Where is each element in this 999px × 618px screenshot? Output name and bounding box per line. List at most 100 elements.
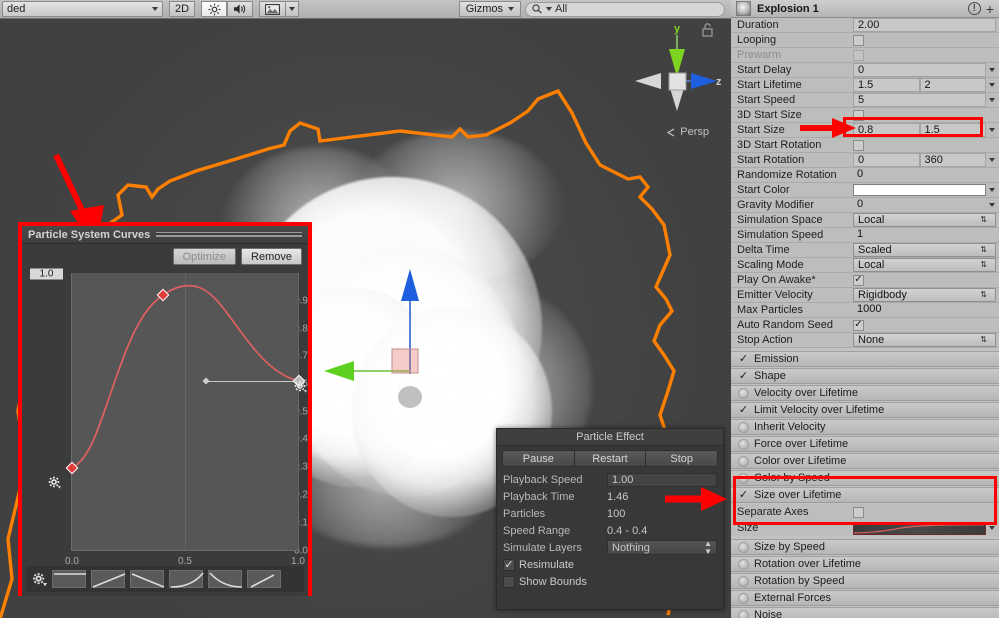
show-bounds-row[interactable]: Show Bounds — [497, 573, 723, 590]
particle-system-curves-window[interactable]: Particle System Curves Optimize Remove 1… — [18, 222, 312, 596]
shading-mode-dropdown[interactable]: ded — [2, 1, 163, 17]
property-start-speed[interactable]: Start Speed 5 — [731, 93, 999, 108]
optimize-button[interactable]: Optimize — [172, 248, 237, 265]
looping-checkbox[interactable] — [853, 34, 864, 46]
presets-gear-icon[interactable] — [32, 572, 47, 587]
property-emitter-velocity[interactable]: Emitter Velocity Rigidbody ⇅ — [731, 288, 999, 303]
scene-fx-button[interactable] — [259, 1, 286, 17]
scene-fx-dropdown[interactable] — [285, 1, 300, 17]
simulation-space-popup[interactable]: Local ⇅ — [853, 213, 996, 227]
help-icon[interactable]: ! — [967, 2, 981, 15]
scene-view-orientation-gizmo[interactable]: y z — [625, 19, 721, 139]
playback-speed-field[interactable]: 1.00 — [607, 472, 717, 487]
start-size-min-field[interactable]: 0.8 — [853, 123, 920, 137]
module-rotation-by-speed[interactable]: Rotation by Speed — [731, 573, 999, 589]
module-inherit-velocity[interactable]: Inherit Velocity — [731, 419, 999, 435]
curve-preset-partial-ramp[interactable] — [247, 570, 281, 588]
gizmos-dropdown[interactable]: Gizmos — [458, 1, 521, 17]
gravity-modifier-chevron-icon[interactable] — [989, 203, 995, 207]
transform-gizmo[interactable] — [320, 249, 450, 409]
noise-toggle[interactable] — [738, 609, 749, 618]
duration-field[interactable]: 2.00 — [853, 18, 996, 32]
simulation-speed-field[interactable]: 1 — [853, 228, 996, 242]
size-by-speed-toggle[interactable] — [738, 541, 749, 553]
module-color-over-lifetime[interactable]: Color over Lifetime — [731, 453, 999, 469]
property-play-on-awake[interactable]: Play On Awake* ✓ — [731, 273, 999, 288]
separate-axes-checkbox[interactable] — [853, 506, 864, 518]
property-3d-start-rotation[interactable]: 3D Start Rotation — [731, 138, 999, 153]
curve-preset-ease-in[interactable] — [169, 570, 204, 588]
3d-start-size-checkbox[interactable] — [853, 109, 864, 121]
scene-search-input[interactable]: All — [525, 1, 725, 17]
size-curve-chevron-icon[interactable] — [989, 526, 995, 530]
property-start-delay[interactable]: Start Delay 0 — [731, 63, 999, 78]
start-rotation-chevron-icon[interactable] — [989, 158, 995, 162]
start-lifetime-min-field[interactable]: 1.5 — [853, 78, 920, 92]
limit-velocity-over-lifetime-checkbox[interactable]: ✓ — [738, 404, 749, 416]
color-by-speed-toggle[interactable] — [738, 472, 749, 484]
module-size-over-lifetime[interactable]: ✓ Size over Lifetime — [731, 487, 999, 503]
plus-icon[interactable]: + — [986, 2, 994, 16]
simulate-layers-popup[interactable]: Nothing ▲ ▼ — [607, 539, 717, 555]
start-rotation-max-field[interactable]: 360 — [919, 153, 986, 167]
gravity-modifier-field[interactable]: 0 — [853, 198, 986, 212]
property-start-lifetime[interactable]: Start Lifetime 1.5 2 — [731, 78, 999, 93]
module-size-by-speed[interactable]: Size by Speed — [731, 539, 999, 555]
curve-preset-ramp-up[interactable] — [91, 570, 126, 588]
show-bounds-checkbox[interactable] — [503, 575, 515, 588]
start-color-swatch[interactable] — [853, 184, 986, 196]
property-randomize-rotation[interactable]: Randomize Rotation 0 — [731, 168, 999, 183]
property-3d-start-size[interactable]: 3D Start Size — [731, 108, 999, 123]
property-stop-action[interactable]: Stop Action None ⇅ — [731, 333, 999, 348]
property-looping[interactable]: Looping — [731, 33, 999, 48]
start-lifetime-max-field[interactable]: 2 — [919, 78, 986, 92]
curve-preset-constant[interactable] — [52, 570, 86, 588]
start-lifetime-chevron-icon[interactable] — [989, 83, 995, 87]
module-color-by-speed[interactable]: Color by Speed — [731, 470, 999, 486]
curve-settings-gear-icon-left[interactable] — [48, 476, 61, 489]
curve-preset-ease-out[interactable] — [208, 570, 243, 588]
pause-button[interactable]: Pause — [502, 450, 575, 467]
force-over-lifetime-toggle[interactable] — [738, 438, 749, 450]
size-curve-row[interactable]: Size — [731, 520, 999, 536]
property-scaling-mode[interactable]: Scaling Mode Local ⇅ — [731, 258, 999, 273]
start-rotation-min-field[interactable]: 0 — [853, 153, 920, 167]
resimulate-checkbox[interactable]: ✓ — [503, 558, 515, 571]
property-start-rotation[interactable]: Start Rotation 0 360 — [731, 153, 999, 168]
size-curve-preview[interactable] — [853, 521, 986, 535]
particle-effect-panel[interactable]: Particle Effect Pause Restart Stop Playb… — [496, 428, 724, 610]
property-delta-time[interactable]: Delta Time Scaled ⇅ — [731, 243, 999, 258]
start-color-chevron-icon[interactable] — [989, 188, 995, 192]
curve-settings-gear-icon-right[interactable] — [294, 380, 307, 393]
property-simulation-speed[interactable]: Simulation Speed 1 — [731, 228, 999, 243]
module-limit-velocity-over-lifetime[interactable]: ✓ Limit Velocity over Lifetime — [731, 402, 999, 418]
start-delay-chevron-icon[interactable] — [989, 68, 995, 72]
external-forces-toggle[interactable] — [738, 592, 749, 604]
toggle-2d-button[interactable]: 2D — [169, 1, 196, 17]
emission-checkbox[interactable]: ✓ — [738, 353, 749, 365]
3d-start-rotation-checkbox[interactable] — [853, 139, 864, 151]
max-particles-field[interactable]: 1000 — [853, 303, 996, 317]
start-delay-field[interactable]: 0 — [853, 63, 986, 77]
curve-preset-ramp-down[interactable] — [130, 570, 165, 588]
start-speed-field[interactable]: 5 — [853, 93, 986, 107]
module-shape[interactable]: ✓ Shape — [731, 368, 999, 384]
delta-time-popup[interactable]: Scaled ⇅ — [853, 243, 996, 257]
remove-button[interactable]: Remove — [241, 248, 302, 265]
size-over-lifetime-checkbox[interactable]: ✓ — [738, 489, 749, 501]
curve-graph[interactable]: 1.0 0.9 0.8 0.7 0.6 0.5 0.4 0.3 0.2 0.1 … — [22, 268, 308, 568]
stop-button[interactable]: Stop — [646, 450, 719, 467]
start-speed-chevron-icon[interactable] — [989, 98, 995, 102]
curve-plot-area[interactable] — [65, 273, 306, 551]
randomize-rotation-value[interactable]: 0 — [853, 168, 996, 182]
inherit-velocity-toggle[interactable] — [738, 421, 749, 433]
property-duration[interactable]: Duration 2.00 — [731, 18, 999, 33]
scene-audio-button[interactable] — [227, 1, 254, 17]
module-external-forces[interactable]: External Forces — [731, 590, 999, 606]
emitter-velocity-popup[interactable]: Rigidbody ⇅ — [853, 288, 996, 302]
property-auto-random-seed[interactable]: Auto Random Seed ✓ — [731, 318, 999, 333]
scaling-mode-popup[interactable]: Local ⇅ — [853, 258, 996, 272]
module-noise[interactable]: Noise — [731, 607, 999, 618]
start-size-chevron-icon[interactable] — [989, 128, 995, 132]
restart-button[interactable]: Restart — [574, 450, 647, 467]
